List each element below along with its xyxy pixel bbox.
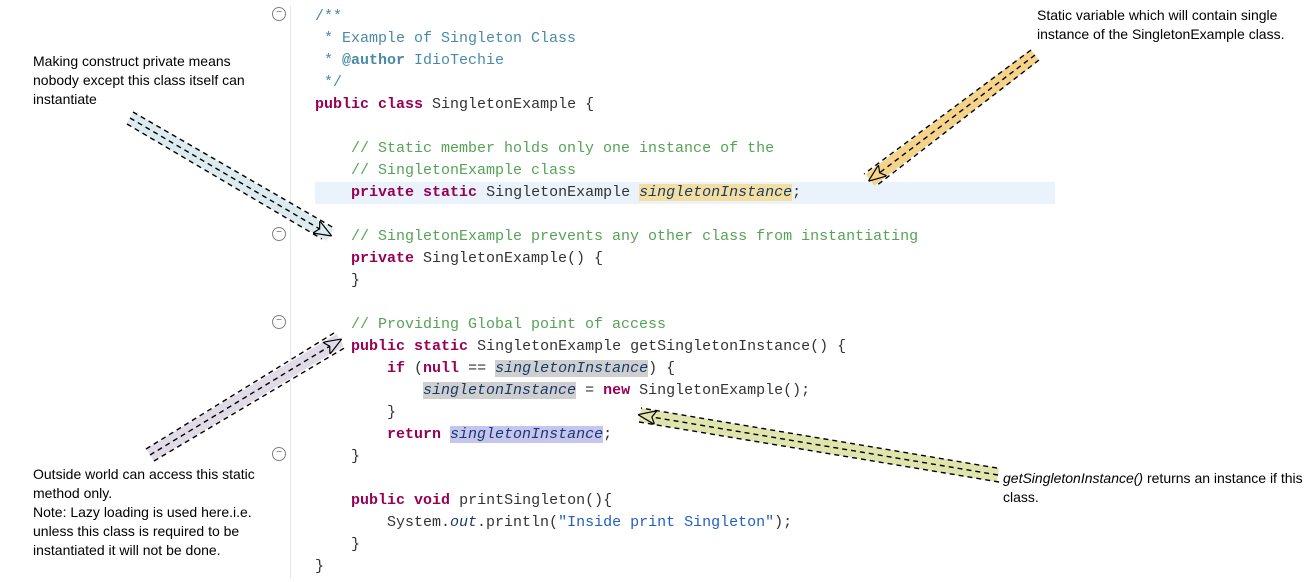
code-line: } bbox=[315, 448, 360, 465]
fold-gutter-icon[interactable]: − bbox=[272, 227, 286, 241]
code-line: } bbox=[315, 558, 324, 575]
code-line: if (null == singletonInstance) { bbox=[315, 360, 675, 377]
fold-gutter-icon[interactable]: − bbox=[272, 447, 286, 461]
annotation-static-method-line2: Note: Lazy loading is used here.i.e. unl… bbox=[33, 504, 252, 558]
code-line: */ bbox=[315, 74, 342, 91]
annotation-static-variable: Static variable which will contain singl… bbox=[1037, 6, 1297, 44]
code-line: public static SingletonExample getSingle… bbox=[315, 338, 846, 355]
code-line: * Example of Singleton Class bbox=[315, 30, 576, 47]
annotation-constructor: Making construct private means nobody ex… bbox=[33, 52, 263, 109]
token-singleton-instance-ref: singletonInstance bbox=[423, 382, 576, 399]
annotation-static-method-line1: Outside world can access this static met… bbox=[33, 466, 255, 501]
code-line: } bbox=[315, 404, 396, 421]
code-line: /** bbox=[315, 8, 342, 25]
token-singleton-instance-ref: singletonInstance bbox=[495, 360, 648, 377]
code-line-highlighted: private static SingletonExample singleto… bbox=[315, 182, 1055, 204]
fold-gutter-icon[interactable]: − bbox=[272, 7, 286, 21]
code-line: * @author IdioTechie bbox=[315, 52, 504, 69]
token-singleton-instance-decl: singletonInstance bbox=[639, 184, 792, 201]
code-line: singletonInstance = new SingletonExample… bbox=[315, 382, 810, 399]
code-line: } bbox=[315, 272, 360, 289]
code-line: // Providing Global point of access bbox=[315, 316, 666, 333]
code-line: public class SingletonExample { bbox=[315, 96, 594, 113]
code-line: // SingletonExample class bbox=[315, 162, 576, 179]
code-line: return singletonInstance; bbox=[315, 426, 612, 443]
code-line: } bbox=[315, 536, 360, 553]
token-singleton-instance-ref: singletonInstance bbox=[450, 426, 603, 443]
code-line: public void printSingleton(){ bbox=[315, 492, 612, 509]
code-editor: /** * Example of Singleton Class * @auth… bbox=[290, 6, 1055, 578]
code-line: System.out.println("Inside print Singlet… bbox=[315, 514, 792, 531]
code-line: // Static member holds only one instance… bbox=[315, 140, 774, 157]
code-line: private SingletonExample() { bbox=[315, 250, 603, 267]
fold-gutter-icon[interactable]: − bbox=[272, 315, 286, 329]
annotation-static-method: Outside world can access this static met… bbox=[33, 465, 263, 559]
code-line: // SingletonExample prevents any other c… bbox=[315, 228, 918, 245]
